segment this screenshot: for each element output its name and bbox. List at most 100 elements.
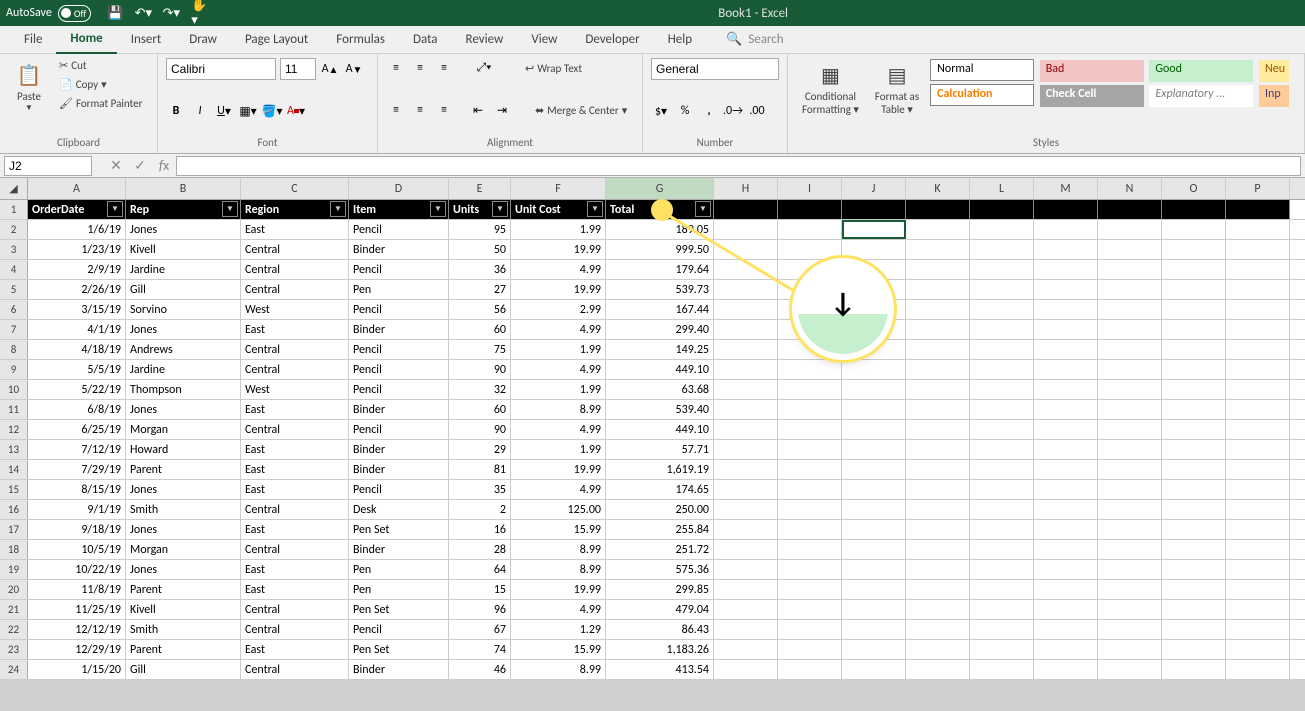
cell[interactable]: Pen <box>349 280 449 299</box>
cell[interactable] <box>1034 540 1098 559</box>
enter-formula-icon[interactable]: ✓ <box>128 156 152 176</box>
cell[interactable]: 1.99 <box>511 440 606 459</box>
filter-icon[interactable]: ▼ <box>222 201 238 217</box>
increase-indent-icon[interactable]: ⇥ <box>492 100 512 120</box>
cell[interactable]: 67 <box>449 620 511 639</box>
cell[interactable]: Jones <box>126 400 241 419</box>
col-header-O[interactable]: O <box>1162 178 1226 199</box>
cell[interactable] <box>1034 640 1098 659</box>
cell[interactable] <box>906 540 970 559</box>
cell[interactable]: Parent <box>126 460 241 479</box>
cell[interactable]: 125.00 <box>511 500 606 519</box>
cell[interactable] <box>714 400 778 419</box>
tab-draw[interactable]: Draw <box>175 26 231 53</box>
cell[interactable]: 8.99 <box>511 400 606 419</box>
cell[interactable] <box>714 360 778 379</box>
cell[interactable] <box>1162 220 1226 239</box>
cell[interactable] <box>1098 220 1162 239</box>
cell[interactable] <box>1226 400 1290 419</box>
cell[interactable]: 15.99 <box>511 520 606 539</box>
cell[interactable]: 1.99 <box>511 220 606 239</box>
cell[interactable] <box>714 420 778 439</box>
cell[interactable] <box>1098 320 1162 339</box>
row-header-13[interactable]: 13 <box>0 440 28 459</box>
cell[interactable]: 63.68 <box>606 380 714 399</box>
cell[interactable]: Binder <box>349 540 449 559</box>
cell[interactable] <box>1226 240 1290 259</box>
cell[interactable] <box>1034 560 1098 579</box>
cell[interactable]: Central <box>241 260 349 279</box>
cell[interactable] <box>906 440 970 459</box>
cell[interactable] <box>1034 520 1098 539</box>
tab-help[interactable]: Help <box>654 26 706 53</box>
cell[interactable]: 4/1/19 <box>28 320 126 339</box>
cell[interactable]: 8.99 <box>511 560 606 579</box>
cell[interactable]: Central <box>241 420 349 439</box>
cell[interactable]: Jones <box>126 480 241 499</box>
cell[interactable] <box>1226 520 1290 539</box>
cell[interactable] <box>1226 640 1290 659</box>
cell[interactable]: Pen Set <box>349 520 449 539</box>
cell[interactable] <box>714 520 778 539</box>
cell[interactable] <box>906 420 970 439</box>
cut-button[interactable]: ✂Cut <box>56 58 145 73</box>
cell[interactable] <box>1162 540 1226 559</box>
cell[interactable] <box>1226 440 1290 459</box>
cell[interactable]: 27 <box>449 280 511 299</box>
cell[interactable] <box>778 580 842 599</box>
cell[interactable]: Pencil <box>349 260 449 279</box>
cell[interactable]: 1/15/20 <box>28 660 126 679</box>
col-header-J[interactable]: J <box>842 178 906 199</box>
cell[interactable]: 1,183.26 <box>606 640 714 659</box>
cell[interactable]: 999.50 <box>606 240 714 259</box>
row-header-17[interactable]: 17 <box>0 520 28 539</box>
cell[interactable] <box>1034 460 1098 479</box>
cell[interactable] <box>778 220 842 239</box>
cell[interactable] <box>1098 340 1162 359</box>
cell[interactable] <box>1162 380 1226 399</box>
cell[interactable]: Kivell <box>126 600 241 619</box>
format-as-table-button[interactable]: ▤ Format as Table ▾ <box>869 58 925 118</box>
cell[interactable] <box>778 600 842 619</box>
cell[interactable]: 74 <box>449 640 511 659</box>
row-header-7[interactable]: 7 <box>0 320 28 339</box>
increase-font-icon[interactable]: A▲ <box>320 59 340 79</box>
cell[interactable]: 29 <box>449 440 511 459</box>
cell[interactable] <box>1034 480 1098 499</box>
cell[interactable]: 7/12/19 <box>28 440 126 459</box>
cell[interactable]: 2 <box>449 500 511 519</box>
cell[interactable]: 575.36 <box>606 560 714 579</box>
cell[interactable] <box>1098 240 1162 259</box>
cell[interactable] <box>1226 460 1290 479</box>
cell[interactable] <box>1162 560 1226 579</box>
cell[interactable] <box>1098 560 1162 579</box>
cell[interactable]: 10/5/19 <box>28 540 126 559</box>
cell[interactable]: 19.99 <box>511 460 606 479</box>
row-header-8[interactable]: 8 <box>0 340 28 359</box>
cell[interactable] <box>778 480 842 499</box>
font-name-combo[interactable] <box>166 58 276 80</box>
cell[interactable] <box>842 560 906 579</box>
cell[interactable] <box>1034 280 1098 299</box>
cell[interactable]: Jones <box>126 520 241 539</box>
tab-developer[interactable]: Developer <box>571 26 653 53</box>
cell[interactable]: 75 <box>449 340 511 359</box>
cell[interactable]: Binder <box>349 460 449 479</box>
row-header-5[interactable]: 5 <box>0 280 28 299</box>
th-region[interactable]: Region▼ <box>241 200 349 219</box>
filter-icon[interactable]: ▼ <box>587 201 603 217</box>
cell[interactable] <box>714 320 778 339</box>
name-box[interactable] <box>4 156 92 176</box>
cell[interactable]: 64 <box>449 560 511 579</box>
underline-button[interactable]: U▾ <box>214 101 234 121</box>
cell[interactable]: Pencil <box>349 220 449 239</box>
cell[interactable] <box>970 520 1034 539</box>
cell[interactable] <box>906 480 970 499</box>
row-header-1[interactable]: 1 <box>0 200 28 219</box>
col-header-D[interactable]: D <box>349 178 449 199</box>
cell[interactable] <box>1034 440 1098 459</box>
cell[interactable] <box>1226 280 1290 299</box>
cell[interactable] <box>778 440 842 459</box>
th-units[interactable]: Units▼ <box>449 200 511 219</box>
cell-styles-gallery[interactable]: Normal Bad Good Neu Calculation Check Ce… <box>929 58 1290 108</box>
